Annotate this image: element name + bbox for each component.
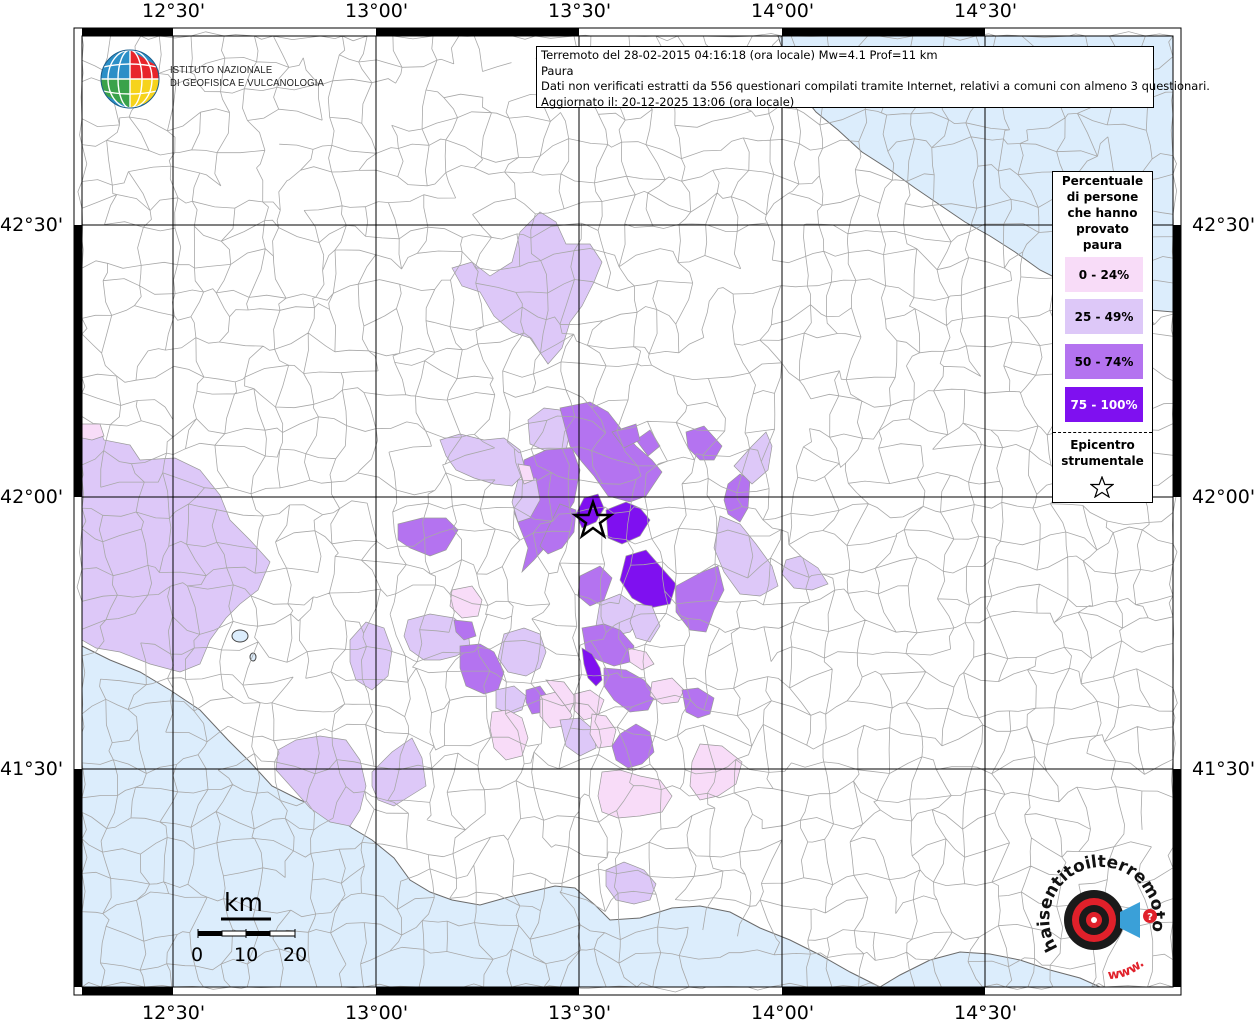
legend-separator <box>1053 432 1152 433</box>
scale-tick-0: 0 <box>191 944 204 966</box>
scale-unit-label: km <box>224 888 263 917</box>
scale-tick-20: 20 <box>283 944 308 966</box>
ingv-name-line2: DI GEOFISICA E VULCANOLOGIA <box>170 77 324 89</box>
legend-class-50-74: 50 - 74% <box>1064 343 1144 380</box>
legend: Percentuale di persone che hanno provato… <box>1052 171 1153 503</box>
info-data-line: Dati non verificati estratti da 556 ques… <box>541 79 1210 93</box>
lon-label-bottom-5: 14°30' <box>954 1002 1018 1024</box>
legend-title-line: paura <box>1082 238 1123 252</box>
legend-title: Percentuale di persone che hanno provato… <box>1053 173 1152 253</box>
lat-label-left-2: 42°00' <box>0 486 64 508</box>
haisentito-logo: haisentitoilterremoto.it www. ? <box>1036 852 1168 983</box>
lat-label-right-1: 42°30' <box>1192 214 1255 236</box>
legend-epicenter-line: Epicentro <box>1070 438 1135 452</box>
lon-label-top-2: 13°00' <box>345 0 409 22</box>
lon-label-top-5: 14°30' <box>954 0 1018 22</box>
legend-epicenter-line: strumentale <box>1061 454 1144 468</box>
svg-text:?: ? <box>1147 912 1153 923</box>
legend-title-line: che hanno <box>1067 206 1138 220</box>
legend-class-25-49: 25 - 49% <box>1064 298 1144 335</box>
legend-class-0-24: 0 - 24% <box>1064 256 1144 293</box>
lon-label-bottom-3: 13°30' <box>548 1002 612 1024</box>
lat-label-right-3: 41°30' <box>1192 758 1255 780</box>
lon-label-top-1: 12°30' <box>142 0 206 22</box>
legend-class-75-100: 75 - 100% <box>1064 386 1144 423</box>
lon-label-bottom-1: 12°30' <box>142 1002 206 1024</box>
legend-title-line: provato <box>1076 222 1129 236</box>
lake-albano <box>231 629 249 643</box>
legend-star-icon <box>1090 476 1114 498</box>
lon-label-top-4: 14°00' <box>751 0 815 22</box>
ingv-name-line1: ISTITUTO NAZIONALE <box>170 64 273 76</box>
lat-label-left-3: 41°30' <box>0 758 64 780</box>
earthquake-info-box: Terremoto del 28-02-2015 04:16:18 (ora l… <box>536 46 1210 109</box>
lon-label-top-3: 13°30' <box>548 0 612 22</box>
info-variable-line: Paura <box>541 63 574 78</box>
legend-title-line: di persone <box>1066 190 1139 204</box>
svg-text:www.: www. <box>1107 956 1147 983</box>
lat-label-right-2: 42°00' <box>1192 486 1255 508</box>
info-event-line: Terremoto del 28-02-2015 04:16:18 (ora l… <box>541 48 938 62</box>
scale-tick-10: 10 <box>234 944 259 966</box>
lon-label-bottom-4: 14°00' <box>751 1002 815 1024</box>
legend-title-line: Percentuale <box>1061 174 1144 188</box>
legend-epicenter-label: Epicentro strumentale <box>1053 437 1152 469</box>
lon-label-bottom-2: 13°00' <box>345 1002 409 1024</box>
ingv-name: ISTITUTO NAZIONALE DI GEOFISICA E VULCAN… <box>170 64 324 90</box>
info-updated-line: Aggiornato il: 20-12-2025 13:06 (ora loc… <box>541 94 795 109</box>
lat-label-left-1: 42°30' <box>0 214 64 236</box>
